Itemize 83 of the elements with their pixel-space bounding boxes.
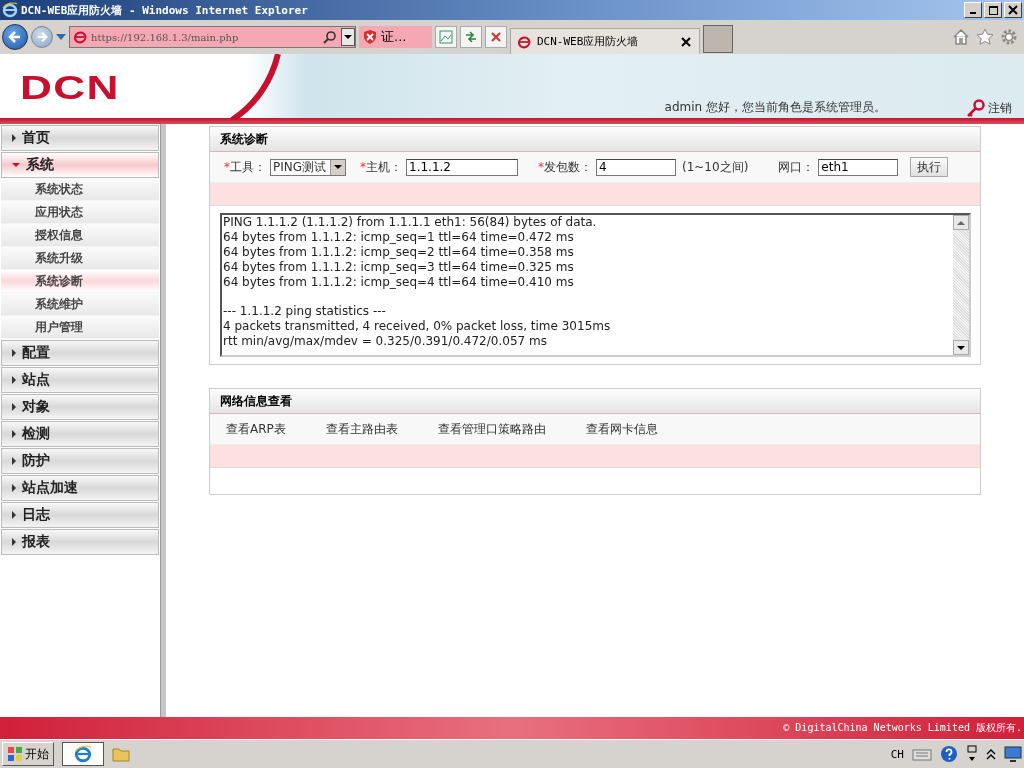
start-button[interactable]: 开始 <box>2 742 54 766</box>
output-line: 4 packets transmitted, 4 received, 0% packet loss, time 3015ms <box>223 319 612 334</box>
field-label: *工具： <box>224 158 266 176</box>
home-icon[interactable] <box>952 28 970 46</box>
browser-logo-icon <box>2 2 18 18</box>
submenu-item[interactable]: 用户管理 <box>1 316 159 339</box>
output-line: 64 bytes from 1.1.1.2: icmp_seq=3 ttl=64 time=0.325 ms <box>223 260 575 275</box>
forward-button[interactable] <box>31 26 53 48</box>
field-label: *发包数： <box>538 158 592 176</box>
browser-logo-icon <box>74 745 92 763</box>
scrollbar[interactable] <box>953 215 969 355</box>
menu-item[interactable]: 对象 <box>1 394 159 420</box>
menu-item[interactable]: 防护 <box>1 448 159 474</box>
left-arrow-icon <box>8 30 22 44</box>
network-info-link[interactable]: 查看网卡信息 <box>585 420 658 438</box>
restore-button[interactable] <box>984 2 1002 18</box>
panel-title: 系统诊断 <box>210 127 980 152</box>
menu-item[interactable]: 站点 <box>1 367 159 393</box>
menu-item[interactable]: 系统 <box>1 152 159 178</box>
chevron-up-icon[interactable] <box>986 747 996 761</box>
submenu-item[interactable]: 系统升级 <box>1 247 159 270</box>
tool-select[interactable]: PING测试 <box>270 158 346 176</box>
host-input[interactable]: 1.1.1.2 <box>406 158 518 176</box>
logo: DCN <box>20 68 120 107</box>
certificate-error-button[interactable]: 证... <box>359 26 432 48</box>
output-textarea[interactable] <box>220 213 971 357</box>
output-line: --- 1.1.1.2 ping statistics --- <box>223 304 387 319</box>
submenu-item[interactable]: 系统维护 <box>1 293 159 316</box>
new-tab-button[interactable] <box>703 25 733 53</box>
refresh-button[interactable] <box>460 26 482 48</box>
output-line: PING 1.1.1.2 (1.1.1.2) from 1.1.1.1 eth1: 56(84) bytes of data. <box>223 215 598 230</box>
submenu-item[interactable]: 系统状态 <box>1 178 159 201</box>
star-icon[interactable] <box>976 28 994 46</box>
menu-item[interactable]: 站点加速 <box>1 475 159 501</box>
address-text: https://192.168.1.3/main.php <box>91 31 239 43</box>
close-tab-icon[interactable] <box>681 36 691 47</box>
run-button[interactable]: 执行 <box>910 157 949 177</box>
close-button[interactable] <box>1004 2 1022 18</box>
language-indicator[interactable]: CH <box>890 747 904 761</box>
panel-title: 网络信息查看 <box>210 389 980 414</box>
field-label: 网口： <box>778 158 815 176</box>
field-label: *主机： <box>360 158 402 176</box>
output-line: 64 bytes from 1.1.1.2: icmp_seq=4 ttl=64 time=0.410 ms <box>223 275 575 290</box>
refresh-icon <box>464 30 478 44</box>
close-icon <box>490 31 502 43</box>
count-input[interactable]: 4 <box>596 158 676 176</box>
address-bar[interactable]: https://192.168.1.3/main.php <box>69 26 356 48</box>
menu-item[interactable]: 日志 <box>1 502 159 528</box>
output-line: rtt min/avg/max/mdev = 0.325/0.391/0.472/0.057 ms <box>223 334 548 349</box>
window-switch-icon[interactable] <box>966 745 978 763</box>
back-button[interactable] <box>2 24 28 50</box>
browser-tab[interactable]: DCN-WEB应用防火墙 <box>510 28 700 54</box>
menu-item[interactable]: 检测 <box>1 421 159 447</box>
menu-item[interactable]: 报表 <box>1 529 159 555</box>
picture-icon <box>439 30 453 44</box>
browser-taskbar-button[interactable] <box>62 742 104 766</box>
menu-item[interactable]: 配置 <box>1 340 159 366</box>
greeting-text: admin 您好，您当前角色是系统管理员。 <box>664 99 886 116</box>
shield-icon <box>362 29 378 45</box>
window-title: DCN-WEB应用防火墙 - Windows Internet Explorer <box>21 2 308 18</box>
submenu-item[interactable]: 授权信息 <box>1 224 159 247</box>
port-input[interactable]: eth1 <box>818 158 899 176</box>
copyright-text: © DigitalChina Networks Limited 版权所有. <box>783 721 1022 735</box>
count-hint: (1~10之间) <box>682 158 749 176</box>
output-line: 64 bytes from 1.1.1.2: icmp_seq=1 ttl=64 time=0.472 ms <box>223 230 575 245</box>
network-info-link[interactable]: 查看管理口策略路由 <box>437 420 546 438</box>
submenu-item[interactable]: 系统诊断 <box>1 270 159 293</box>
stop-button[interactable] <box>485 26 507 48</box>
right-arrow-icon <box>36 31 48 43</box>
output-line: 64 bytes from 1.1.1.2: icmp_seq=2 ttl=64 time=0.358 ms <box>223 245 575 260</box>
monitor-icon[interactable] <box>1004 746 1022 762</box>
menu-item[interactable]: 首页 <box>1 125 159 151</box>
logout-link[interactable]: 注销 <box>966 99 1012 117</box>
network-info-link[interactable]: 查看ARP表 <box>226 420 286 438</box>
minimize-button[interactable] <box>964 2 982 18</box>
help-icon[interactable] <box>940 745 958 763</box>
network-info-link[interactable]: 查看主路由表 <box>325 420 398 438</box>
address-dropdown-button[interactable] <box>341 28 355 46</box>
settings-icon[interactable] <box>1000 28 1018 46</box>
key-icon <box>966 99 986 117</box>
submenu-item[interactable]: 应用状态 <box>1 201 159 224</box>
windows-logo-icon <box>7 746 23 762</box>
search-icon[interactable] <box>323 30 337 44</box>
